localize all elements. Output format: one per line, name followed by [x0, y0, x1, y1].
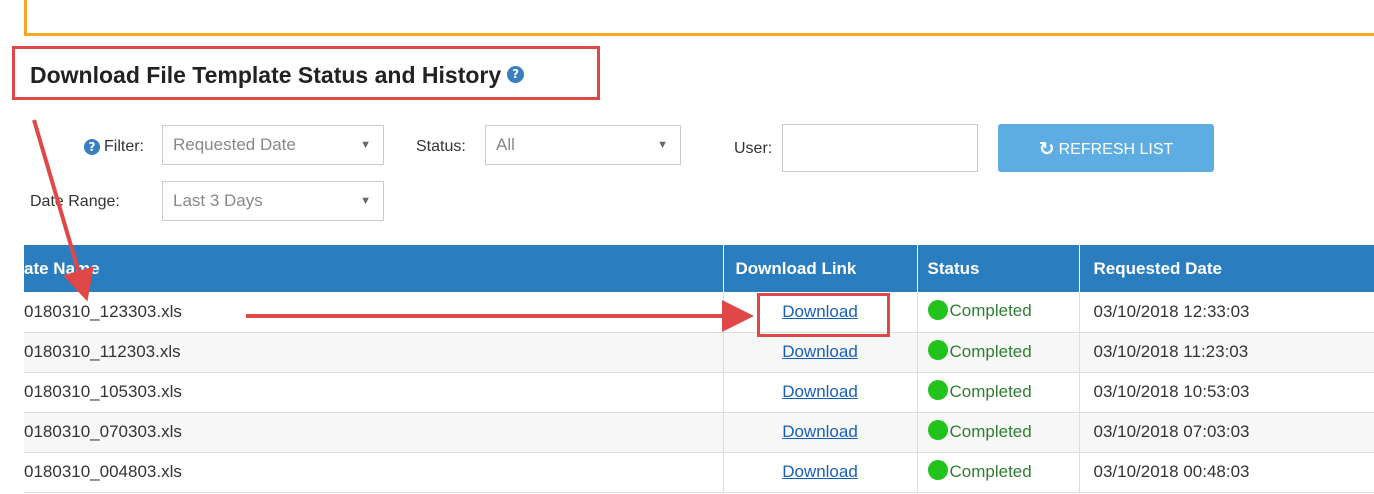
file-name-cell: 0180310_004803.xls	[24, 452, 724, 493]
chevron-down-icon: ▼	[657, 139, 668, 151]
table-header-row: ate Name Download Link Status Requested …	[24, 245, 1374, 292]
table-row: 0180310_070303.xls Download Completed 03…	[24, 412, 1374, 453]
refresh-icon: ↻	[1038, 138, 1055, 160]
status-text: Completed	[949, 341, 1032, 361]
history-table: ate Name Download Link Status Requested …	[24, 245, 1374, 493]
date-range-select[interactable]: Last 3 Days ▼	[162, 181, 384, 221]
requested-date-cell: 03/10/2018 12:33:03	[1079, 292, 1374, 333]
chevron-down-icon: ▼	[360, 139, 371, 151]
refresh-list-button[interactable]: ↻ REFRESH LIST	[998, 124, 1214, 172]
column-header-download-link[interactable]: Download Link	[723, 245, 918, 292]
download-link-cell: Download	[723, 452, 918, 493]
download-link-cell: Download	[723, 332, 918, 373]
page-title-text: Download File Template Status and Histor…	[30, 62, 502, 88]
status-dot-icon	[927, 420, 948, 441]
status-label: Status:	[416, 138, 466, 155]
status-dot-icon	[927, 300, 948, 320]
download-link-cell: Download	[723, 412, 918, 453]
status-cell: Completed	[917, 372, 1080, 413]
requested-date-cell: 03/10/2018 07:03:03	[1079, 412, 1374, 453]
download-link[interactable]: Download	[782, 302, 858, 321]
status-text: Completed	[949, 421, 1032, 441]
download-link[interactable]: Download	[782, 342, 858, 361]
status-select[interactable]: All ▼	[485, 125, 681, 165]
status-cell: Completed	[917, 332, 1080, 373]
status-cell: Completed	[917, 292, 1080, 333]
table-row: 0180310_004803.xls Download Completed 03…	[24, 452, 1374, 493]
download-link-cell: Download	[723, 372, 918, 413]
status-dot-icon	[927, 340, 948, 361]
column-header-status[interactable]: Status	[917, 245, 1080, 292]
status-text: Completed	[949, 461, 1032, 481]
user-input[interactable]	[782, 124, 978, 172]
help-icon[interactable]: ?	[507, 66, 525, 84]
requested-date-cell: 03/10/2018 10:53:03	[1079, 372, 1374, 413]
table-row: 0180310_105303.xls Download Completed 03…	[24, 372, 1374, 413]
file-name-cell: 0180310_112303.xls	[24, 332, 724, 373]
date-range-label: Date Range:	[30, 193, 120, 210]
status-dot-icon	[927, 460, 948, 481]
filter-select-value: Requested Date	[173, 135, 296, 154]
column-header-requested-date[interactable]: Requested Date	[1079, 245, 1374, 292]
status-cell: Completed	[917, 452, 1080, 493]
refresh-list-label: REFRESH LIST	[1058, 141, 1174, 158]
filter-help-icon[interactable]: ?	[84, 139, 100, 155]
filter-select[interactable]: Requested Date ▼	[162, 125, 384, 165]
table-row: 0180310_112303.xls Download Completed 03…	[24, 332, 1374, 373]
page: Download File Template Status and Histor…	[0, 0, 1374, 494]
status-select-value: All	[496, 135, 515, 154]
file-name-cell: 0180310_105303.xls	[24, 372, 724, 413]
download-link[interactable]: Download	[782, 382, 858, 401]
page-title: Download File Template Status and Histor…	[30, 62, 525, 89]
user-label: User:	[734, 140, 773, 157]
status-cell: Completed	[917, 412, 1080, 453]
status-text: Completed	[949, 301, 1032, 321]
filter-label: Filter:	[104, 138, 144, 155]
requested-date-cell: 03/10/2018 00:48:03	[1079, 452, 1374, 493]
file-name-cell: 0180310_070303.xls	[24, 412, 724, 453]
status-text: Completed	[949, 381, 1032, 401]
download-link[interactable]: Download	[782, 422, 858, 441]
column-header-name[interactable]: ate Name	[24, 245, 724, 292]
status-dot-icon	[927, 380, 948, 401]
top-panel-frame	[24, 0, 1374, 36]
table-row: 0180310_123303.xls Download Completed 03…	[24, 292, 1374, 333]
download-link[interactable]: Download	[782, 462, 858, 481]
chevron-down-icon: ▼	[360, 195, 371, 207]
date-range-select-value: Last 3 Days	[173, 191, 263, 210]
download-link-cell: Download	[723, 292, 918, 333]
file-name-cell: 0180310_123303.xls	[24, 292, 724, 333]
requested-date-cell: 03/10/2018 11:23:03	[1079, 332, 1374, 373]
